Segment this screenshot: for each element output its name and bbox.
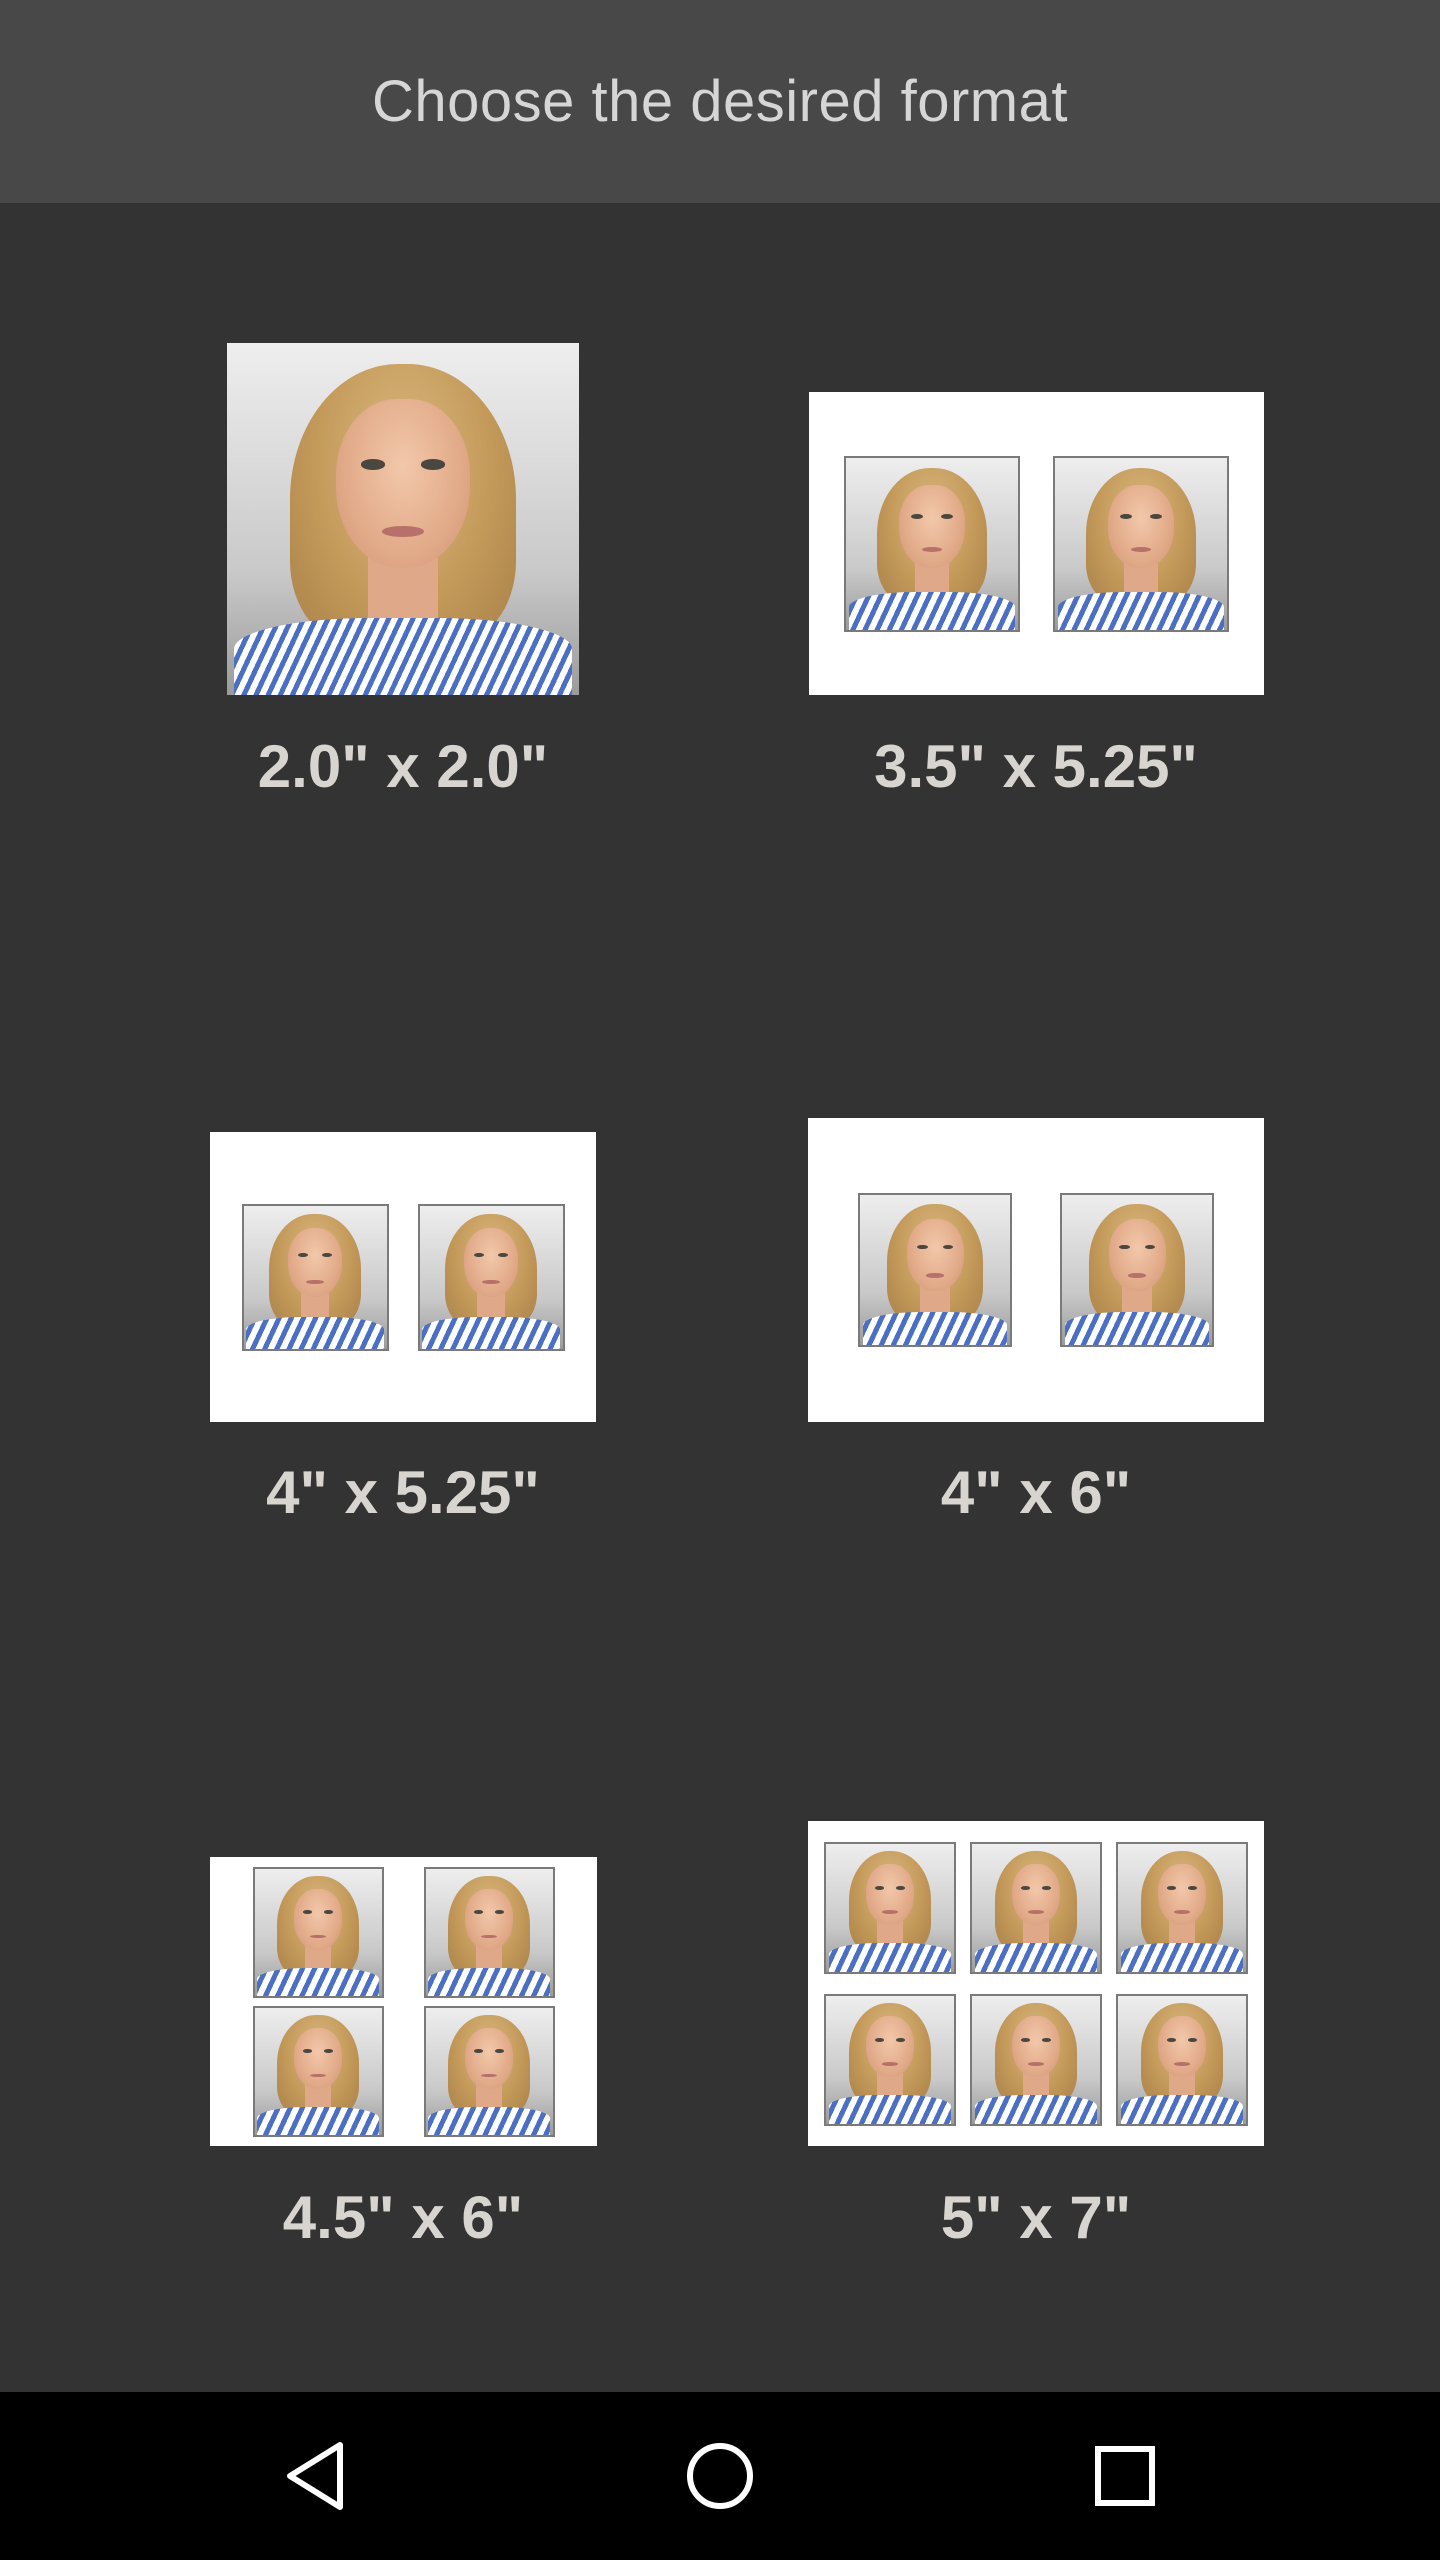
- format-thumbnail[interactable]: [210, 1857, 597, 2146]
- system-navigation-bar: [0, 2392, 1440, 2560]
- portrait-photo: [1116, 1841, 1248, 1974]
- portrait-photo: [423, 1866, 555, 1998]
- app-screen: Choose the desired format 2.0" x 2.0" 3.…: [0, 0, 1440, 2560]
- portrait-photo: [824, 1841, 956, 1974]
- format-label: 2.0" x 2.0": [257, 733, 549, 800]
- format-thumbnail[interactable]: [809, 392, 1264, 695]
- format-thumbnail[interactable]: [210, 1132, 596, 1422]
- portrait-photo: [417, 1203, 565, 1351]
- back-button[interactable]: [265, 2426, 365, 2526]
- portrait-photo: [241, 1203, 389, 1351]
- portrait-photo: [858, 1193, 1012, 1347]
- portrait-photo: [252, 2005, 384, 2137]
- format-thumbnail[interactable]: [808, 1118, 1264, 1422]
- portrait-photo: [227, 343, 579, 695]
- format-thumbnail[interactable]: [227, 343, 579, 695]
- portrait-photo: [970, 1841, 1102, 1974]
- portrait-photo: [970, 1993, 1102, 2126]
- portrait-photo: [252, 1866, 384, 1998]
- recents-button[interactable]: [1075, 2426, 1175, 2526]
- home-button[interactable]: [670, 2426, 770, 2526]
- portrait-photo: [844, 455, 1020, 632]
- home-circle-icon: [687, 2443, 753, 2509]
- page-title: Choose the desired format: [372, 69, 1068, 134]
- format-label: 4" x 5.25": [266, 1459, 540, 1526]
- format-thumbnail[interactable]: [808, 1821, 1264, 2146]
- portrait-photo: [1060, 1193, 1214, 1347]
- format-label: 3.5" x 5.25": [874, 733, 1198, 800]
- recents-square-icon: [1095, 2446, 1155, 2506]
- portrait-photo: [1116, 1993, 1248, 2126]
- format-label: 4.5" x 6": [282, 2184, 524, 2251]
- format-label: 4" x 6": [940, 1459, 1132, 1526]
- portrait-photo: [423, 2005, 555, 2137]
- portrait-photo: [824, 1993, 956, 2126]
- header-bar: Choose the desired format: [0, 0, 1440, 203]
- format-label: 5" x 7": [940, 2184, 1132, 2251]
- portrait-photo: [1053, 455, 1229, 632]
- back-triangle-icon: [287, 2442, 343, 2510]
